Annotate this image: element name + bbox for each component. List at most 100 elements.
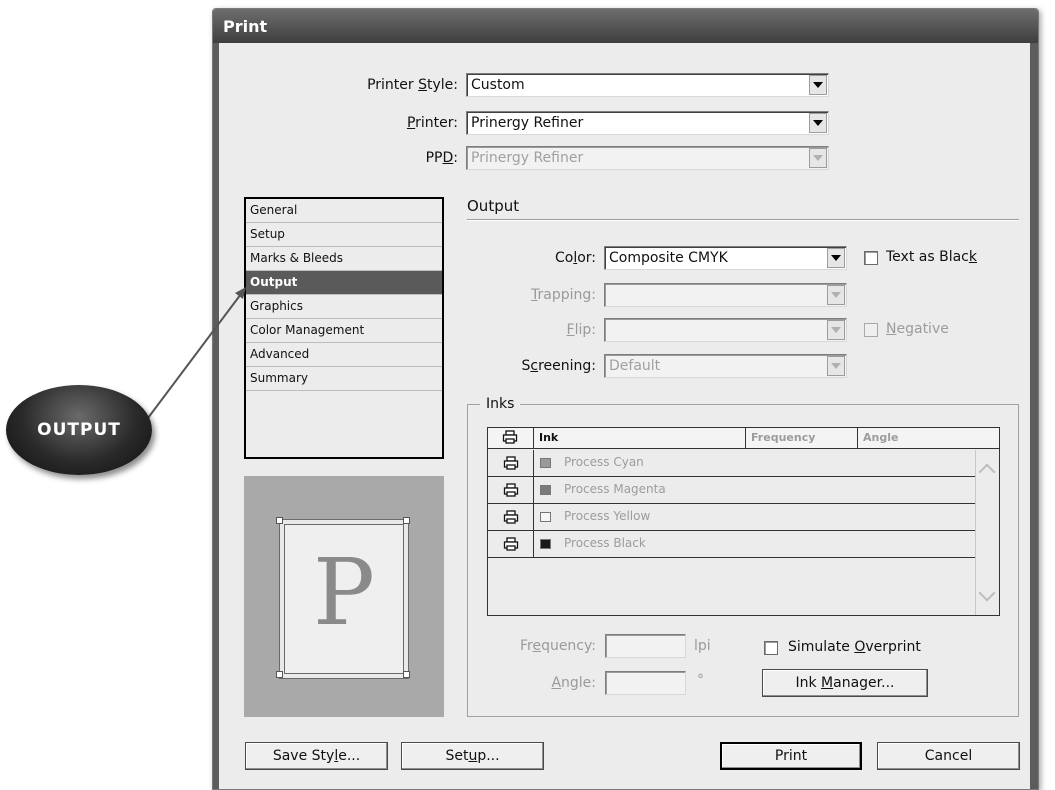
color-dropdown-button[interactable] [827, 248, 845, 268]
ink-print-toggle[interactable] [488, 531, 534, 557]
output-divider [467, 219, 1019, 221]
printer-dropdown[interactable]: Prinergy Refiner [466, 111, 829, 135]
flip-dropdown [604, 318, 847, 342]
frequency-input [605, 634, 686, 658]
scroll-up-icon[interactable] [978, 463, 996, 481]
category-item-graphics[interactable]: Graphics [246, 295, 442, 319]
printer-label: Printer: [406, 115, 458, 131]
page-preview: P [244, 476, 444, 717]
text-as-black-label[interactable]: Text as Black [886, 249, 977, 265]
color-label: Color: [554, 250, 596, 266]
ink-row-process-cyan[interactable]: Process Cyan [488, 450, 975, 477]
ink-print-toggle[interactable] [488, 504, 534, 530]
screening-value: Default [609, 358, 661, 374]
category-item-color-management[interactable]: Color Management [246, 319, 442, 343]
window-frame-left [213, 43, 219, 789]
category-item-general[interactable]: General [246, 199, 442, 223]
ppd-label: PPD: [425, 150, 458, 166]
chevron-down-icon [831, 292, 841, 298]
window-title: Print [223, 17, 268, 36]
print-column-header [488, 428, 534, 449]
ink-row-process-yellow[interactable]: Process Yellow [488, 504, 975, 531]
printer-style-dropdown-button[interactable] [809, 75, 827, 95]
output-section-heading: Output [467, 197, 520, 215]
chevron-down-icon [831, 255, 841, 261]
chevron-down-icon [813, 155, 823, 161]
printer-value: Prinergy Refiner [471, 115, 584, 131]
preview-crop-mark [403, 517, 410, 524]
chevron-down-icon [831, 327, 841, 333]
printer-style-dropdown[interactable]: Custom [466, 73, 829, 97]
ink-print-toggle[interactable] [488, 477, 534, 503]
ink-column-header[interactable]: Ink [534, 428, 746, 449]
chevron-down-icon [831, 363, 841, 369]
printer-icon [503, 537, 518, 551]
ink-print-toggle[interactable] [488, 450, 534, 476]
trapping-dropdown-button [827, 285, 845, 305]
category-item-output[interactable]: Output [246, 271, 442, 295]
ink-table-scrollbar[interactable] [975, 450, 999, 615]
text-as-black-checkbox[interactable] [864, 251, 878, 265]
ink-name: Process Cyan [564, 455, 644, 469]
frequency-label: Frequency: [519, 638, 596, 654]
ink-name: Process Magenta [564, 482, 666, 496]
ink-name: Process Black [564, 536, 646, 550]
screening-dropdown-button [827, 356, 845, 376]
printer-style-label: Printer Style: [367, 77, 458, 93]
ink-swatch [540, 485, 551, 495]
ink-table-header: Ink Frequency Angle [488, 428, 999, 449]
ink-manager-button[interactable]: Ink Manager... [762, 669, 928, 697]
category-item-summary[interactable]: Summary [246, 367, 442, 391]
flip-label: Flip: [566, 322, 596, 338]
ink-swatch [540, 539, 551, 549]
inks-group-title: Inks [480, 396, 521, 412]
negative-checkbox [864, 323, 878, 337]
preview-crop-mark [276, 517, 283, 524]
ink-table[interactable]: Ink Frequency Angle Process Cyan Process… [487, 427, 1000, 616]
angle-label: Angle: [551, 675, 596, 691]
save-style-button[interactable]: Save Style... [245, 742, 388, 770]
flip-dropdown-button [827, 320, 845, 340]
cancel-button[interactable]: Cancel [877, 742, 1020, 770]
category-item-marks-bleeds[interactable]: Marks & Bleeds [246, 247, 442, 271]
category-list[interactable]: General Setup Marks & Bleeds Output Grap… [244, 197, 444, 459]
screening-label: Screening: [521, 358, 596, 374]
ppd-dropdown: Prinergy Refiner [466, 146, 829, 170]
printer-icon [503, 510, 518, 524]
ink-swatch [540, 512, 551, 522]
preview-page: P [284, 524, 404, 674]
ink-row-process-magenta[interactable]: Process Magenta [488, 477, 975, 504]
frequency-column-header[interactable]: Frequency [746, 428, 858, 449]
ink-row-process-black[interactable]: Process Black [488, 531, 975, 558]
window-frame-right [1030, 43, 1038, 789]
scroll-down-icon[interactable] [978, 584, 996, 602]
setup-button[interactable]: Setup... [401, 742, 544, 770]
angle-input [605, 671, 686, 695]
print-button[interactable]: Print [720, 742, 862, 770]
color-dropdown[interactable]: Composite CMYK [604, 246, 847, 270]
output-callout: OUTPUT [6, 385, 152, 475]
printer-dropdown-button[interactable] [809, 113, 827, 133]
preview-crop-mark [276, 671, 283, 678]
preview-crop-mark [403, 671, 410, 678]
ink-swatch [540, 458, 551, 468]
simulate-overprint-label[interactable]: Simulate Overprint [788, 639, 921, 655]
simulate-overprint-checkbox[interactable] [764, 641, 778, 655]
category-item-advanced[interactable]: Advanced [246, 343, 442, 367]
ppd-dropdown-button [809, 148, 827, 168]
color-value: Composite CMYK [609, 250, 728, 266]
trapping-label: Trapping: [531, 287, 596, 303]
printer-icon [503, 483, 518, 497]
angle-unit: ° [697, 672, 704, 688]
chevron-down-icon [813, 82, 823, 88]
printer-icon [502, 430, 518, 444]
ink-name: Process Yellow [564, 509, 651, 523]
preview-letter: P [313, 539, 375, 646]
chevron-down-icon [813, 120, 823, 126]
printer-style-value: Custom [471, 77, 525, 93]
screening-dropdown: Default [604, 354, 847, 378]
category-item-setup[interactable]: Setup [246, 223, 442, 247]
frequency-unit: lpi [694, 638, 711, 654]
title-bar[interactable]: Print [213, 9, 1038, 43]
angle-column-header[interactable]: Angle [858, 428, 999, 449]
